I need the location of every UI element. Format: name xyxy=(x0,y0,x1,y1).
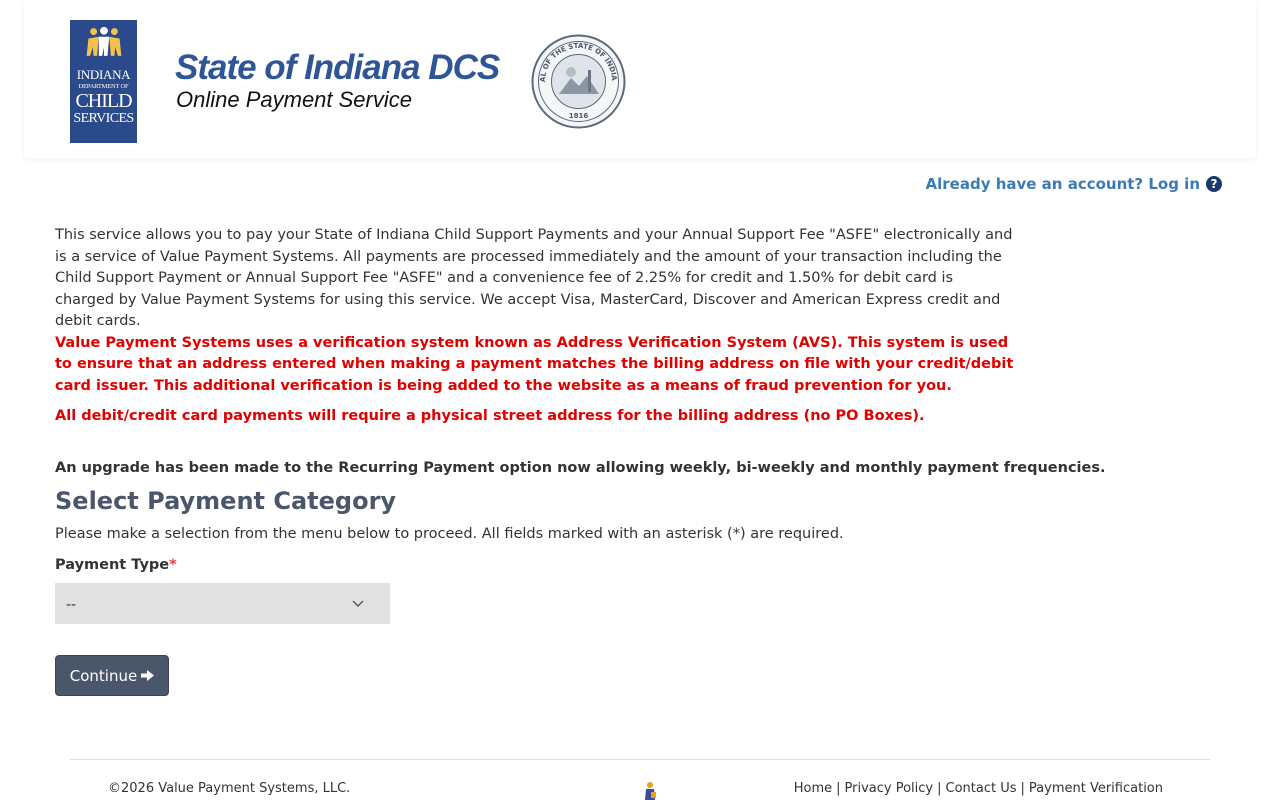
intro-content: This service allows you to pay your Stat… xyxy=(55,225,1106,479)
section-description: Please make a selection from the menu be… xyxy=(55,526,844,542)
login-link[interactable]: Already have an account? Log in ? xyxy=(926,175,1222,193)
family-figures-icon xyxy=(86,26,121,56)
indiana-dcs-logo: INDIANA DEPARTMENT OF CHILD SERVICES xyxy=(70,20,137,143)
footer-link-payment-verification[interactable]: Payment Verification xyxy=(1029,781,1163,796)
chevron-down-icon xyxy=(352,600,364,607)
help-question-icon[interactable]: ? xyxy=(1206,176,1222,192)
footer-separator: | xyxy=(937,781,942,796)
footer-divider xyxy=(70,759,1210,760)
footer-copyright: ©2026 Value Payment Systems, LLC. xyxy=(108,781,351,796)
section-title: Select Payment Category xyxy=(55,487,397,515)
footer-link-privacy-policy[interactable]: Privacy Policy xyxy=(845,781,934,796)
login-link-label: Already have an account? Log in xyxy=(925,175,1200,193)
page: INDIANA DEPARTMENT OF CHILD SERVICES Sta… xyxy=(0,0,1280,800)
required-asterisk: * xyxy=(169,557,177,573)
footer-link-home[interactable]: Home xyxy=(794,781,832,796)
footer-separator: | xyxy=(836,781,841,796)
site-title: State of Indiana DCS xyxy=(175,48,500,87)
intro-paragraph-block: This service allows you to pay your Stat… xyxy=(55,225,1015,397)
indiana-state-seal-icon: SEAL OF THE STATE OF INDIANA 1816 xyxy=(531,34,626,129)
logo-line-indiana: INDIANA xyxy=(76,67,131,82)
footer-links: Home | Privacy Policy | Contact Us | Payment V… xyxy=(794,781,1163,796)
site-subtitle: Online Payment Service xyxy=(176,87,412,112)
footer-separator: | xyxy=(1020,781,1025,796)
continue-button[interactable]: Continue xyxy=(55,655,169,696)
payment-type-select[interactable]: -- xyxy=(55,583,390,624)
payment-type-label: Payment Type* xyxy=(55,557,177,573)
avs-warning: Value Payment Systems uses a verificatio… xyxy=(55,334,1014,394)
logo-line-child: CHILD xyxy=(75,90,132,112)
address-warning: All debit/credit card payments will requ… xyxy=(55,408,925,424)
footer-link-contact-us[interactable]: Contact Us xyxy=(946,781,1017,796)
seal-year: 1816 xyxy=(569,112,589,120)
continue-button-label: Continue xyxy=(69,666,138,685)
vps-person-logo-icon xyxy=(645,782,656,800)
payment-type-label-text: Payment Type xyxy=(55,557,170,573)
logo-line-services: SERVICES xyxy=(73,111,134,126)
intro-paragraph: This service allows you to pay your Stat… xyxy=(55,227,1013,329)
recurring-upgrade-note: An upgrade has been made to the Recurrin… xyxy=(55,460,1106,476)
payment-type-selected-value: -- xyxy=(66,596,77,613)
arrow-right-icon xyxy=(141,670,155,681)
